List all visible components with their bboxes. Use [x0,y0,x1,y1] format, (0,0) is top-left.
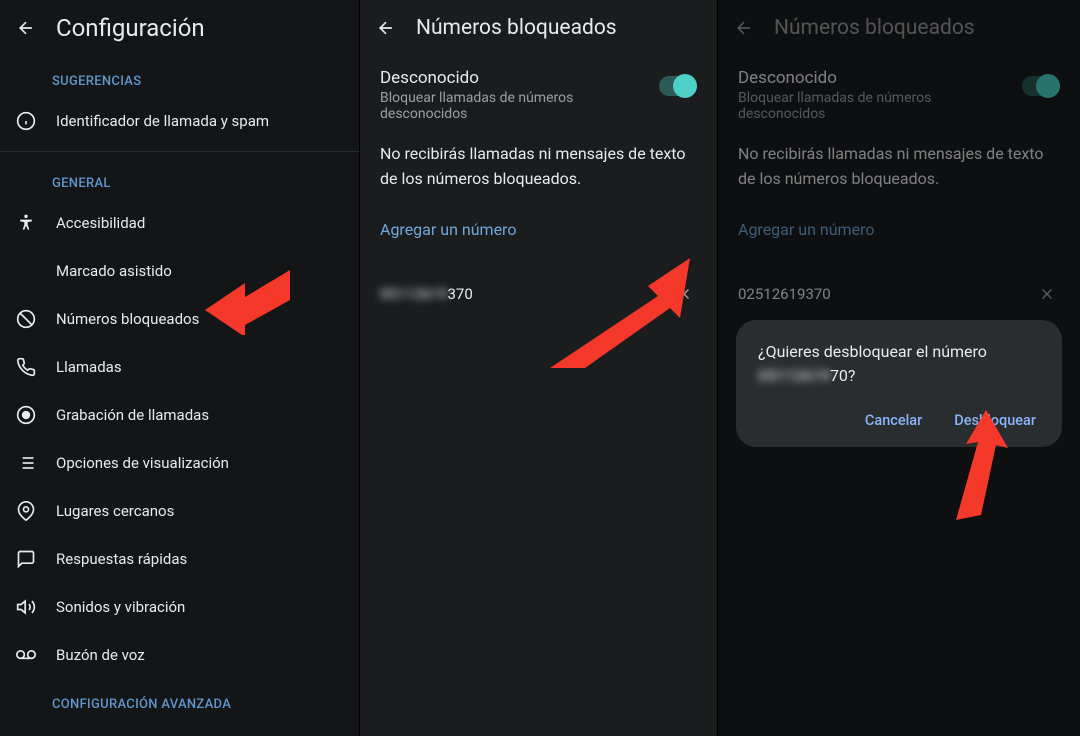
setting-text: Desconocido Bloquear llamadas de números… [380,68,647,122]
back-icon[interactable] [16,18,36,38]
remove-number-button[interactable] [1034,281,1060,307]
header: Números bloqueados [360,0,717,56]
blocked-number-suffix: 370 [447,285,472,303]
message-icon [16,549,36,569]
unknown-toggle[interactable] [1022,76,1060,96]
volume-icon [16,597,36,617]
item-label: Sonidos y vibración [56,598,185,616]
page-title: Números bloqueados [774,16,975,40]
item-caller-id-spam[interactable]: Identificador de llamada y spam [0,97,359,145]
item-sounds-vibration[interactable]: Sonidos y vibración [0,583,359,631]
dialog-number-blurred: 05112619 [758,364,830,388]
dialog-number-end: 70? [830,366,856,385]
setting-subtitle: Bloquear llamadas de números desconocido… [380,90,647,122]
record-icon [16,405,36,425]
item-label: Respuestas rápidas [56,550,187,568]
item-label: Llamadas [56,358,122,376]
cancel-button[interactable]: Cancelar [861,404,926,437]
setting-title: Desconocido [380,68,647,88]
back-icon[interactable] [734,18,754,38]
setting-subtitle: Bloquear llamadas de números desconocido… [738,90,1010,122]
add-number-link[interactable]: Agregar un número [380,220,516,239]
item-label: Números bloqueados [56,310,199,328]
item-blocked-numbers[interactable]: Números bloqueados [0,295,359,343]
blocked-info-text: No recibirás llamadas ni mensajes de tex… [738,142,1060,192]
blocked-numbers-pane-dialog: Números bloqueados Desconocido Bloquear … [718,0,1080,736]
info-icon [16,111,36,131]
blocked-numbers-pane: Números bloqueados Desconocido Bloquear … [360,0,718,736]
header: Números bloqueados [718,0,1080,56]
blocked-number-row: 05112619370 [380,275,697,313]
location-icon [16,501,36,521]
body: Desconocido Bloquear llamadas de números… [718,56,1080,325]
unblock-dialog: ¿Quieres desbloquear el número 051126197… [736,320,1062,447]
item-accessibility[interactable]: Accesibilidad [0,199,359,247]
item-voicemail[interactable]: Buzón de voz [0,631,359,679]
item-label: Opciones de visualización [56,454,229,472]
blocked-number: 02512619370 [738,285,831,303]
item-label: Grabación de llamadas [56,406,209,424]
item-label: Lugares cercanos [56,502,174,520]
remove-number-button[interactable] [671,281,697,307]
page-title: Configuración [56,14,205,42]
unknown-block-setting: Desconocido Bloquear llamadas de números… [738,68,1060,122]
section-advanced: CONFIGURACIÓN AVANZADA [0,679,359,720]
voicemail-icon [16,645,36,665]
blocked-number: 05112619370 [380,284,473,303]
phone-icon [16,357,36,377]
item-label: Identificador de llamada y spam [56,112,269,130]
unknown-toggle[interactable] [659,76,697,96]
blocked-number-row: 02512619370 [738,275,1060,313]
divider [0,151,359,152]
item-nearby-places[interactable]: Lugares cercanos [0,487,359,535]
item-assisted-dial[interactable]: Marcado asistido [0,247,359,295]
item-display-options[interactable]: Opciones de visualización [0,439,359,487]
dialog-actions: Cancelar Desbloquear [758,404,1040,437]
page-title: Números bloqueados [416,16,617,40]
dialog-message: ¿Quieres desbloquear el número 051126197… [758,340,1040,388]
setting-text: Desconocido Bloquear llamadas de números… [738,68,1010,122]
item-quick-responses[interactable]: Respuestas rápidas [0,535,359,583]
setting-title: Desconocido [738,68,1010,88]
blocked-number-blurred-part: 05112619 [380,285,447,303]
settings-pane: Configuración SUGERENCIAS Identificador … [0,0,360,736]
item-label: Marcado asistido [56,262,172,280]
item-label: Accesibilidad [56,214,145,232]
item-recording[interactable]: Grabación de llamadas [0,391,359,439]
unblock-button[interactable]: Desbloquear [950,404,1040,437]
add-number-link[interactable]: Agregar un número [738,220,874,239]
blocked-info-text: No recibirás llamadas ni mensajes de tex… [380,142,697,192]
dialog-line1: ¿Quieres desbloquear el número [758,342,987,361]
section-suggestions: SUGERENCIAS [0,56,359,97]
back-icon[interactable] [376,18,396,38]
block-icon [16,309,36,329]
section-general: GENERAL [0,158,359,199]
item-calls[interactable]: Llamadas [0,343,359,391]
item-label: Buzón de voz [56,646,145,664]
header: Configuración [0,0,359,56]
list-icon [16,453,36,473]
body: Desconocido Bloquear llamadas de números… [360,56,717,325]
unknown-block-setting: Desconocido Bloquear llamadas de números… [380,68,697,122]
accessibility-icon [16,213,36,233]
